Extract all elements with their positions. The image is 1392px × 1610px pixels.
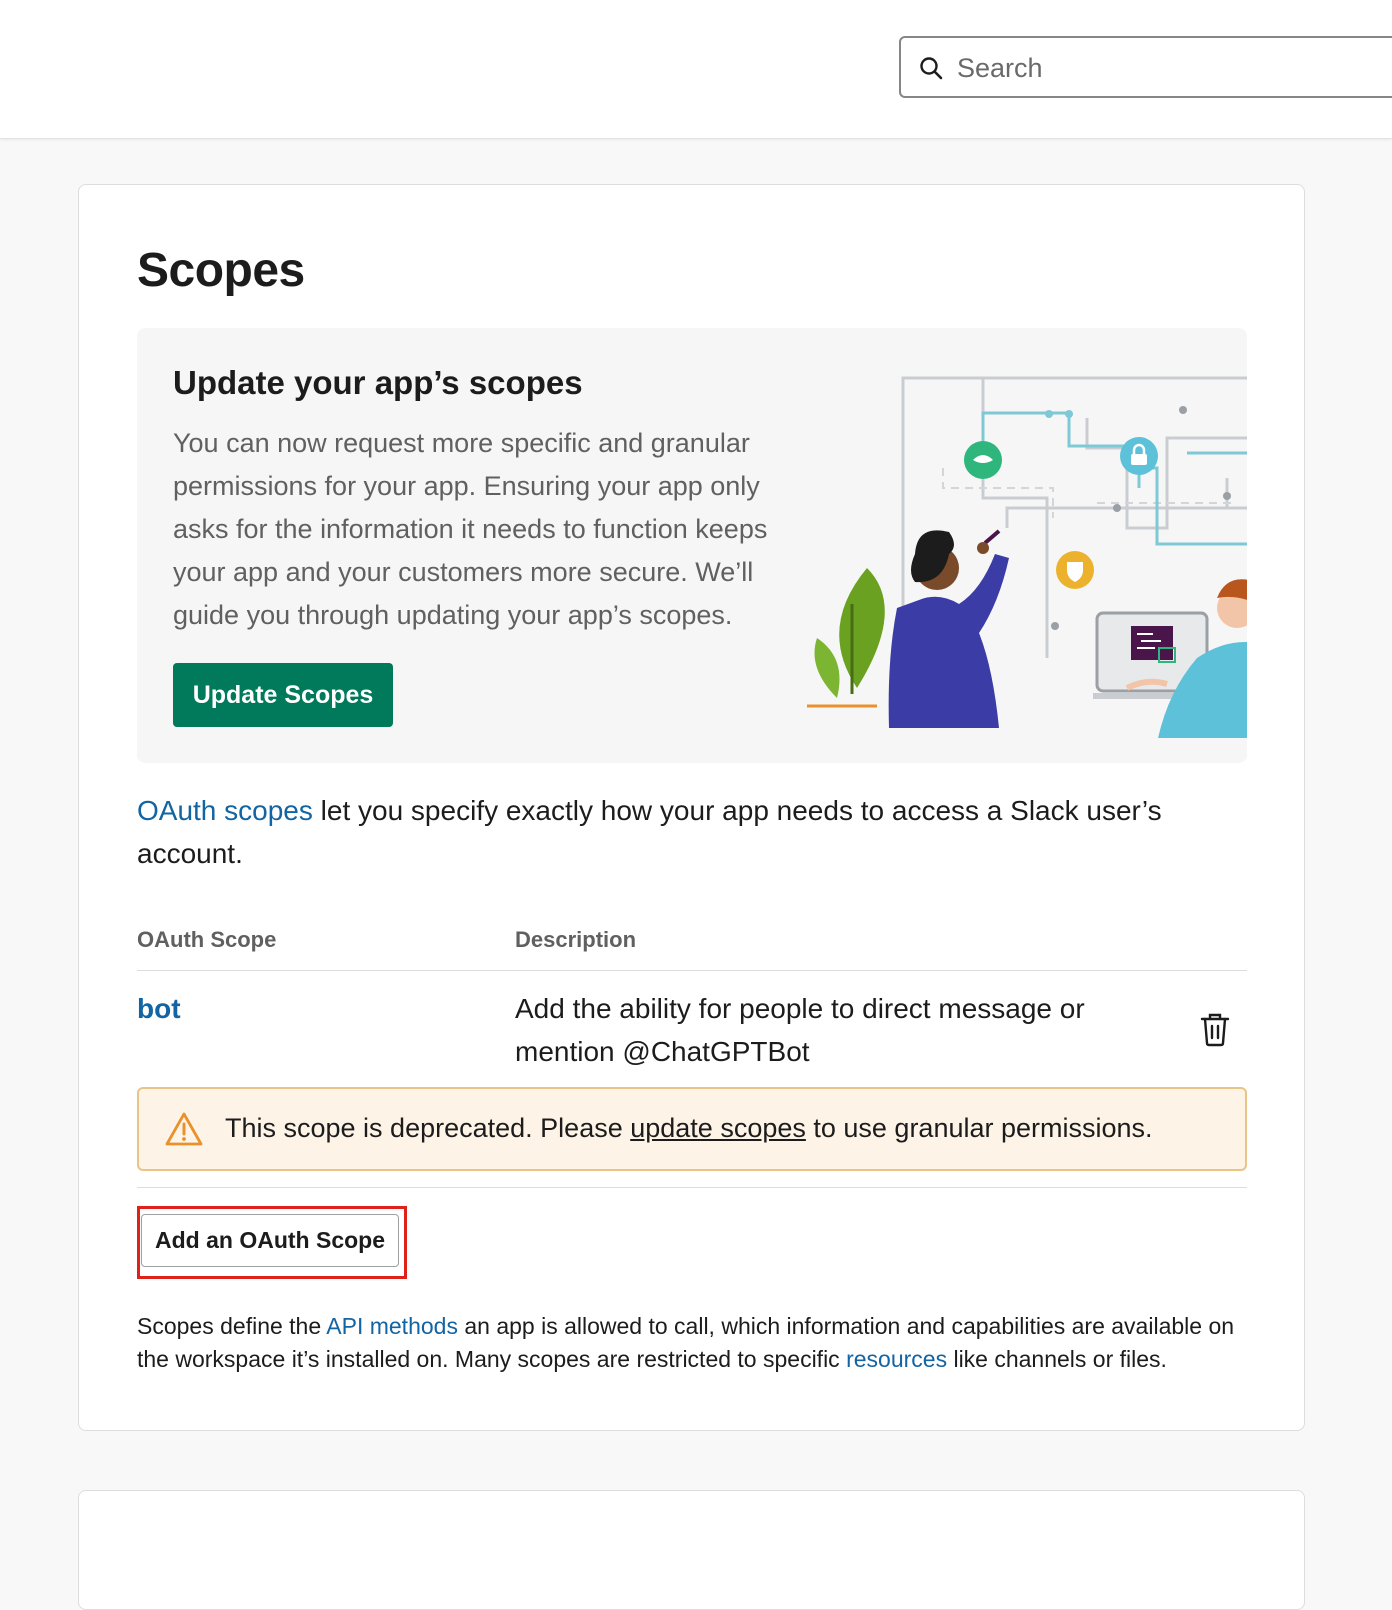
oauth-scopes-link[interactable]: OAuth scopes	[137, 795, 313, 826]
warning-text: This scope is deprecated. Please update …	[225, 1113, 1153, 1144]
resources-link[interactable]: resources	[846, 1346, 947, 1372]
row-divider	[137, 1187, 1247, 1188]
warning-icon	[165, 1112, 203, 1146]
footnote-text-1: Scopes define the	[137, 1313, 327, 1339]
update-scopes-button[interactable]: Update Scopes	[173, 663, 393, 727]
update-scopes-banner: Update your app’s scopes You can now req…	[137, 328, 1247, 763]
top-bar	[0, 0, 1392, 139]
update-scopes-link[interactable]: update scopes	[630, 1113, 806, 1143]
scopes-footnote: Scopes define the API methods an app is …	[137, 1310, 1237, 1376]
add-oauth-scope-button[interactable]: Add an OAuth Scope	[141, 1214, 399, 1267]
column-header-description: Description	[515, 927, 637, 952]
scopes-card: Scopes Update your app’s scopes You can …	[78, 184, 1305, 1431]
next-section-card	[78, 1490, 1305, 1610]
warning-text-before: This scope is deprecated. Please	[225, 1113, 631, 1143]
footnote-text-3: like channels or files.	[947, 1346, 1167, 1372]
column-header-scope: OAuth Scope	[137, 927, 277, 952]
header-divider	[137, 970, 1247, 971]
search-box[interactable]	[899, 36, 1392, 98]
search-icon	[920, 57, 943, 80]
scope-name-bot[interactable]: bot	[137, 993, 181, 1025]
page-title: Scopes	[137, 244, 305, 297]
scopes-illustration	[807, 376, 1247, 738]
oauth-intro: OAuth scopes let you specify exactly how…	[137, 789, 1237, 875]
trash-icon[interactable]	[1199, 1011, 1231, 1047]
banner-title: Update your app’s scopes	[173, 364, 583, 401]
scope-description: Add the ability for people to direct mes…	[515, 993, 1085, 1067]
search-input[interactable]	[955, 46, 1379, 90]
warning-text-after: to use granular permissions.	[805, 1113, 1153, 1143]
banner-text: You can now request more specific and gr…	[173, 428, 768, 630]
deprecation-warning: This scope is deprecated. Please update …	[137, 1087, 1247, 1171]
api-methods-link[interactable]: API methods	[326, 1313, 458, 1339]
